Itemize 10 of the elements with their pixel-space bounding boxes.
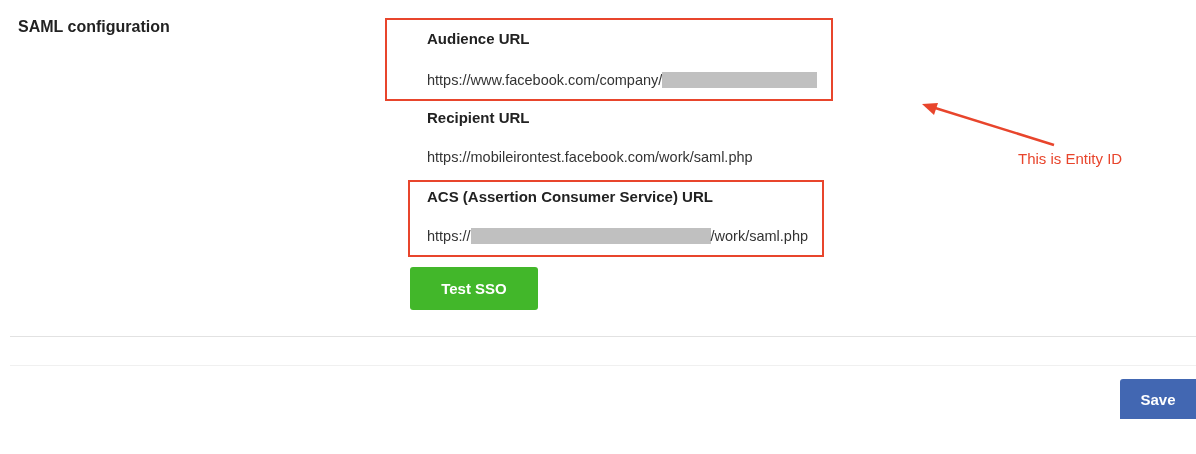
field-value: https://www.facebook.com/company/ [427,72,663,88]
field-value: https://mobileirontest.facebook.com/work/saml.php [427,149,753,165]
field-value: /work/saml.php [710,228,809,244]
section-title: SAML configuration [17,18,171,37]
save-button[interactable]: Save [1120,379,1196,419]
field-value: https:// [427,228,471,244]
field-label: ACS (Assertion Consumer Service) URL [427,188,714,205]
field-label: Recipient URL [427,109,531,126]
field-label: Audience URL [427,30,531,47]
annotation-text: This is Entity ID [1018,150,1123,167]
